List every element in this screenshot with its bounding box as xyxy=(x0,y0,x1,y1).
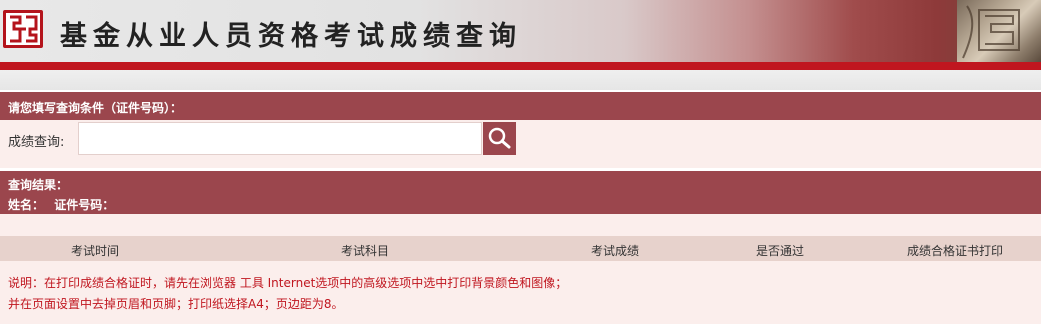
column-header-exam-subject: 考试科目 xyxy=(340,244,389,258)
print-instructions: 说明：在打印成绩合格证时，请先在浏览器 工具 Internet选项中的高级选项中… xyxy=(0,261,1041,324)
result-identity-line: 姓名： 证件号码： xyxy=(8,196,120,213)
id-label: 证件号码： xyxy=(54,198,115,212)
column-header-certificate-print: 成绩合格证书打印 xyxy=(906,244,1003,258)
results-table-header: 考试时间 考试科目 考试成绩 是否通过 成绩合格证书打印 xyxy=(0,236,1041,261)
site-header: 基金从业人员资格考试成绩查询 xyxy=(0,0,1041,62)
result-section-heading: 查询结果： 姓名： 证件号码： xyxy=(0,171,1041,214)
search-row: 成绩查询: xyxy=(0,120,1041,168)
seal-logo-icon xyxy=(3,10,43,48)
result-spacer xyxy=(0,214,1041,236)
column-header-exam-time: 考试时间 xyxy=(70,244,119,258)
carved-seal-image xyxy=(957,0,1041,62)
header-gray-strip xyxy=(0,70,1041,90)
instruction-line-1: 说明：在打印成绩合格证时，请先在浏览器 工具 Internet选项中的高级选项中… xyxy=(8,276,568,290)
page-title: 基金从业人员资格考试成绩查询 xyxy=(60,21,522,52)
instruction-line-2: 并在页面设置中去掉页眉和页脚；打印纸选择A4；页边距为8。 xyxy=(8,297,344,311)
header-red-divider xyxy=(0,62,1041,70)
result-heading-text: 查询结果： xyxy=(8,178,69,192)
name-label: 姓名： xyxy=(8,198,45,212)
column-header-passed: 是否通过 xyxy=(755,244,804,258)
query-section-heading: 请您填写查询条件（证件号码）： xyxy=(0,92,1041,120)
search-button[interactable] xyxy=(483,122,516,155)
search-label: 成绩查询: xyxy=(8,135,65,150)
search-input[interactable] xyxy=(78,122,482,155)
column-header-exam-score: 考试成绩 xyxy=(590,244,639,258)
search-icon xyxy=(488,127,511,149)
query-heading-text: 请您填写查询条件（证件号码）： xyxy=(8,101,183,115)
